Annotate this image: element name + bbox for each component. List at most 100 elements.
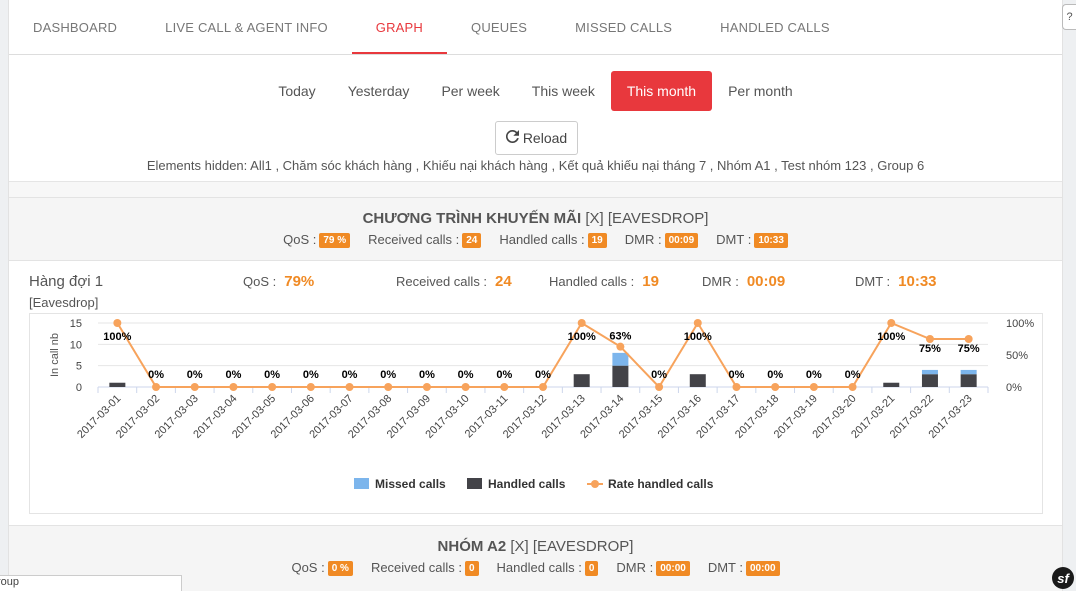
received-badge: 24 (462, 233, 482, 249)
dmt-badge: 10:33 (754, 233, 788, 249)
queue-qos: QoS :79% (243, 273, 315, 290)
rate-label: 100% (684, 331, 712, 343)
tab-graph[interactable]: GRAPH (351, 0, 448, 54)
group-header: CHƯƠNG TRÌNH KHUYẾN MÃI [X] [EAVESDROP] … (9, 197, 1062, 261)
qos-badge: 79 % (319, 233, 351, 249)
legend-label: Handled calls (488, 477, 566, 491)
bar-handled (573, 374, 590, 387)
tab-handled-calls[interactable]: HANDLED CALLS (696, 0, 854, 54)
rate-label: 0% (187, 369, 203, 381)
rate-label: 75% (919, 343, 941, 355)
group-stats: QoS :0 % Received calls :0 Handled calls… (9, 560, 1062, 577)
bar-handled (960, 374, 977, 387)
queue-eavesdrop-link[interactable]: [Eavesdrop] (29, 295, 98, 310)
y-axis-title: In call nb (49, 333, 61, 377)
page: DASHBOARD LIVE CALL & AGENT INFO GRAPH QUEU… (8, 0, 1063, 591)
rate-point (113, 319, 122, 327)
rate-point (306, 383, 315, 391)
rate-label: 63% (609, 331, 631, 343)
chart-svg: 0510150%50%100%In call nb2017-03-012017-… (49, 318, 1034, 491)
hidden-elements-text: Elements hidden: All1 , Chăm sóc khách h… (146, 158, 925, 173)
handled-badge: 19 (587, 233, 607, 249)
rate-label: 100% (568, 331, 596, 343)
queue-dmr: DMR :00:09 (702, 273, 786, 290)
rate-label: 0% (342, 369, 358, 381)
rate-label: 100% (103, 331, 131, 343)
rate-label: 0% (264, 369, 280, 381)
bar-missed (921, 369, 938, 375)
rate-point (152, 383, 161, 391)
rate-label: 75% (958, 343, 980, 355)
period-this-week[interactable]: This week (516, 71, 611, 111)
rate-point (848, 383, 857, 391)
bar-missed (612, 352, 629, 366)
rate-point (539, 383, 547, 391)
queue-chart: 0 5 10 15 0% 50% 100% In call nb 2017-03-01 2017-… (29, 313, 1043, 514)
tab-dashboard[interactable]: DASHBOARD (9, 0, 141, 54)
rate-label: 0% (303, 369, 319, 381)
rate-point (693, 319, 702, 327)
group-title: CHƯƠNG TRÌNH KHUYẾN MÃI [X] [EAVESDROP] (362, 210, 709, 227)
bar-handled (883, 382, 900, 387)
period-per-week[interactable]: Per week (425, 71, 515, 111)
bar-handled (109, 382, 126, 387)
right-scroll-strip[interactable] (1064, 30, 1076, 591)
rate-point (925, 335, 934, 343)
legend-swatch (354, 478, 369, 489)
rate-point (229, 383, 238, 391)
bar-handled (921, 374, 938, 387)
rate-label: 0% (380, 369, 396, 381)
y-tick-label: 15 (70, 318, 82, 330)
rate-point (500, 383, 509, 391)
rate-point (577, 319, 586, 327)
tab-queues[interactable]: QUEUES (447, 0, 551, 54)
rate-point (461, 383, 470, 391)
reload-label: Reload (522, 130, 568, 146)
group-title: NHÓM A2 [X] [EAVESDROP] (437, 538, 634, 555)
queue-row: Hàng đợi 1 [Eavesdrop] QoS :79% Received… (29, 270, 1042, 310)
legend-label: Rate handled calls (608, 477, 714, 491)
tab-live-call-agent-info[interactable]: LIVE CALL & AGENT INFO (141, 0, 352, 54)
group-eavesdrop-link[interactable]: [X] [EAVESDROP] (585, 210, 708, 227)
bar-handled (612, 365, 629, 387)
rate-point (345, 383, 354, 391)
legend-swatch (591, 480, 599, 488)
rate-label: 100% (877, 331, 905, 343)
refresh-icon (505, 129, 519, 146)
dmr-badge: 00:09 (664, 233, 699, 249)
bottom-tooltip-bar: roup (0, 575, 182, 591)
y-tick-label: 10 (70, 339, 82, 351)
y2-tick-label: 0% (1006, 382, 1022, 394)
rate-point (190, 383, 199, 391)
rate-label: 0% (458, 369, 474, 381)
dmt-badge: 00:00 (745, 561, 780, 577)
rate-point (809, 383, 818, 391)
period-today[interactable]: Today (262, 71, 331, 111)
period-per-month[interactable]: Per month (712, 71, 809, 111)
symfony-icon[interactable]: sf (1052, 567, 1074, 589)
rate-point (964, 335, 973, 343)
received-badge: 0 (464, 561, 479, 577)
bar-missed (960, 369, 977, 375)
rate-point (616, 342, 625, 351)
rate-point (268, 383, 277, 391)
period-yesterday[interactable]: Yesterday (332, 71, 426, 111)
rate-label: 0% (767, 369, 783, 381)
legend-swatch (467, 478, 482, 489)
rate-label: 0% (729, 369, 745, 381)
y-tick-label: 0 (76, 382, 82, 394)
tab-missed-calls[interactable]: MISSED CALLS (551, 0, 696, 54)
rate-point (422, 383, 431, 391)
group-eavesdrop-link[interactable]: [X] [EAVESDROP] (510, 538, 633, 555)
reload-button[interactable]: Reload (495, 121, 578, 155)
rate-point (384, 383, 393, 391)
rate-label: 0% (148, 369, 164, 381)
help-button[interactable]: ? (1062, 4, 1076, 30)
rate-point (771, 383, 780, 391)
period-this-month[interactable]: This month (610, 71, 713, 111)
legend-label: Missed calls (375, 477, 446, 491)
queue-received: Received calls :24 (396, 273, 512, 290)
queue-dmt: DMT :10:33 (855, 273, 937, 290)
queue-name: Hàng đợi 1 (29, 273, 104, 290)
tab-bar: DASHBOARD LIVE CALL & AGENT INFO GRAPH QUEU… (9, 0, 1062, 55)
